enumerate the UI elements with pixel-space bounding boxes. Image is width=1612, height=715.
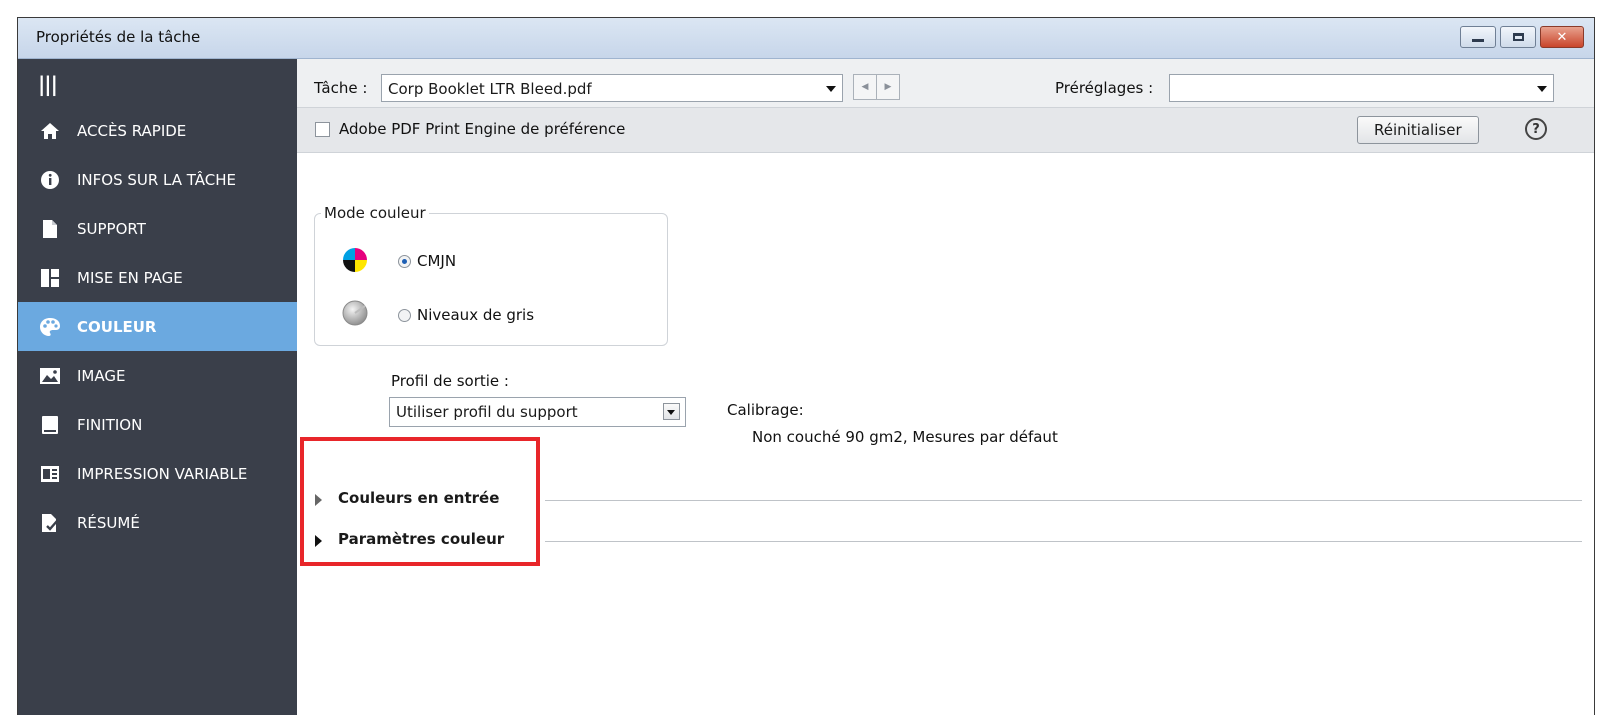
task-nav-buttons: ◀ ▶ bbox=[853, 74, 900, 100]
expand-arrow-icon bbox=[315, 535, 322, 547]
expand-arrow-icon bbox=[315, 494, 322, 506]
palette-icon bbox=[39, 316, 61, 338]
menu-toggle-icon[interactable]: ||| bbox=[38, 72, 58, 96]
reset-button[interactable]: Réinitialiser bbox=[1357, 116, 1479, 144]
chevron-down-icon bbox=[1537, 86, 1547, 92]
image-icon bbox=[39, 365, 61, 387]
sidebar-item-color[interactable]: COULEUR bbox=[18, 302, 297, 351]
help-icon[interactable]: ? bbox=[1525, 118, 1547, 140]
grayscale-radio[interactable] bbox=[398, 309, 411, 322]
window-controls: ✕ bbox=[1460, 26, 1584, 48]
section-title: Couleurs en entrée bbox=[338, 489, 500, 507]
home-icon bbox=[39, 120, 61, 142]
maximize-button[interactable] bbox=[1500, 26, 1536, 48]
chevron-down-icon bbox=[667, 410, 675, 415]
calibration-value: Non couché 90 gm2, Mesures par défaut bbox=[752, 428, 1058, 446]
sidebar-item-label: IMAGE bbox=[77, 366, 126, 385]
close-icon: ✕ bbox=[1556, 29, 1568, 45]
cmyk-radio[interactable] bbox=[398, 255, 411, 268]
adobe-pdf-engine-checkbox[interactable] bbox=[315, 122, 330, 137]
output-profile-label: Profil de sortie : bbox=[391, 372, 509, 390]
cmyk-wheel-icon bbox=[341, 246, 369, 278]
sidebar-nav: ACCÈS RAPIDE INFOS SUR LA TÂCHE SUPPORT … bbox=[18, 106, 297, 547]
grayscale-wheel-icon bbox=[341, 299, 369, 331]
task-label: Tâche : bbox=[314, 79, 368, 97]
task-select[interactable]: Corp Booklet LTR Bleed.pdf bbox=[381, 74, 843, 102]
next-task-button[interactable]: ▶ bbox=[877, 75, 899, 99]
sidebar-item-label: INFOS SUR LA TÂCHE bbox=[77, 170, 237, 189]
layout-icon bbox=[39, 267, 61, 289]
section-divider bbox=[545, 541, 1582, 542]
chevron-down-icon bbox=[826, 86, 836, 92]
minimize-button[interactable] bbox=[1460, 26, 1496, 48]
job-properties-window: Propriétés de la tâche ✕ ||| ACCÈS RAPID… bbox=[17, 17, 1595, 715]
sidebar-item-label: RÉSUMÉ bbox=[77, 513, 140, 532]
sidebar-item-label: IMPRESSION VARIABLE bbox=[77, 464, 248, 483]
section-title: Paramètres couleur bbox=[338, 530, 505, 548]
variable-print-icon bbox=[39, 463, 61, 485]
section-divider bbox=[545, 500, 1582, 501]
sidebar-item-summary[interactable]: RÉSUMÉ bbox=[18, 498, 297, 547]
sidebar-item-finishing[interactable]: FINITION bbox=[18, 400, 297, 449]
sidebar-item-quick-access[interactable]: ACCÈS RAPIDE bbox=[18, 106, 297, 155]
grayscale-label: Niveaux de gris bbox=[417, 306, 535, 324]
sidebar-item-label: COULEUR bbox=[77, 317, 157, 336]
main-panel: Tâche : Corp Booklet LTR Bleed.pdf ◀ ▶ P… bbox=[297, 59, 1594, 715]
previous-task-button[interactable]: ◀ bbox=[854, 75, 877, 99]
window-title: Propriétés de la tâche bbox=[36, 28, 201, 46]
presets-label: Préréglages : bbox=[1055, 79, 1154, 97]
dropdown-button[interactable] bbox=[663, 403, 680, 420]
info-icon bbox=[39, 169, 61, 191]
book-icon bbox=[39, 414, 61, 436]
document-icon bbox=[39, 218, 61, 240]
sidebar: ||| ACCÈS RAPIDE INFOS SUR LA TÂCHE SUPP… bbox=[18, 59, 297, 715]
engine-bar: Adobe PDF Print Engine de préférence Réi… bbox=[297, 108, 1594, 153]
adobe-pdf-engine-label: Adobe PDF Print Engine de préférence bbox=[339, 120, 626, 138]
sidebar-item-layout[interactable]: MISE EN PAGE bbox=[18, 253, 297, 302]
presets-select[interactable] bbox=[1169, 74, 1554, 102]
summary-icon bbox=[39, 512, 61, 534]
input-colors-section[interactable]: Couleurs en entrée bbox=[315, 489, 1582, 511]
color-mode-legend: Mode couleur bbox=[321, 204, 429, 222]
color-settings-section[interactable]: Paramètres couleur bbox=[315, 530, 1582, 552]
sidebar-item-job-info[interactable]: INFOS SUR LA TÂCHE bbox=[18, 155, 297, 204]
title-bar: Propriétés de la tâche ✕ bbox=[18, 18, 1594, 59]
task-select-value: Corp Booklet LTR Bleed.pdf bbox=[388, 80, 592, 98]
sidebar-item-label: FINITION bbox=[77, 415, 143, 434]
sidebar-item-image[interactable]: IMAGE bbox=[18, 351, 297, 400]
maximize-icon bbox=[1512, 33, 1524, 41]
close-button[interactable]: ✕ bbox=[1540, 26, 1584, 48]
task-toolbar: Tâche : Corp Booklet LTR Bleed.pdf ◀ ▶ P… bbox=[297, 59, 1594, 108]
sidebar-item-label: SUPPORT bbox=[77, 219, 146, 238]
output-profile-select[interactable]: Utiliser profil du support bbox=[389, 397, 686, 427]
cmyk-label: CMJN bbox=[417, 252, 457, 270]
sidebar-item-label: ACCÈS RAPIDE bbox=[77, 121, 187, 140]
output-profile-value: Utiliser profil du support bbox=[396, 403, 578, 421]
sidebar-item-label: MISE EN PAGE bbox=[77, 268, 183, 287]
calibration-label: Calibrage: bbox=[727, 401, 804, 419]
sidebar-item-media[interactable]: SUPPORT bbox=[18, 204, 297, 253]
sidebar-item-variable-print[interactable]: IMPRESSION VARIABLE bbox=[18, 449, 297, 498]
minimize-icon bbox=[1472, 38, 1484, 42]
